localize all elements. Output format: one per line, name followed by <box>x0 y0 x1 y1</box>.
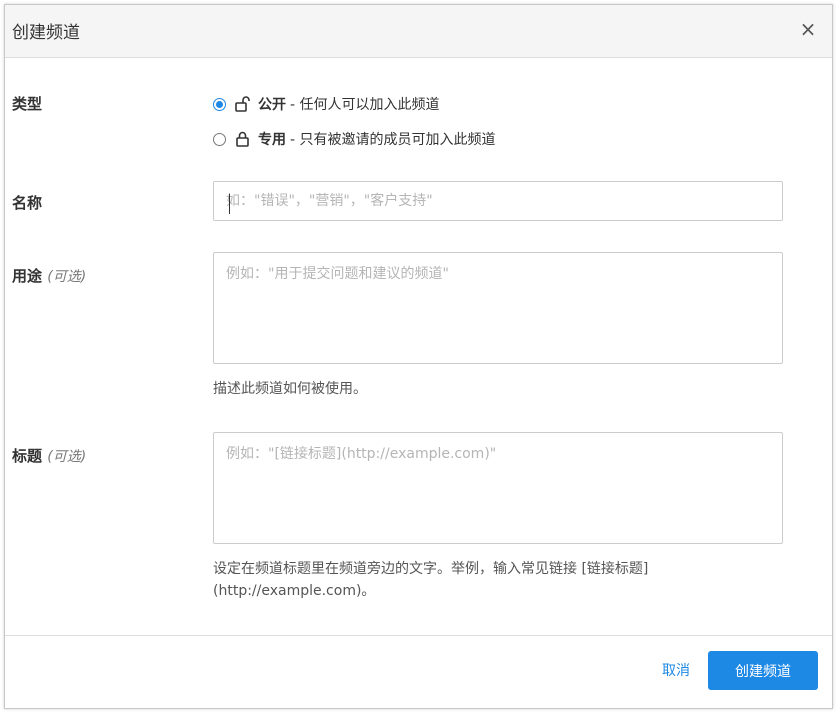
header-help-text: 设定在频道标题里在频道旁边的文字。举例，输入常见链接 [链接标题](http:/… <box>213 561 649 599</box>
dialog-footer: 取消 创建频道 <box>5 635 832 708</box>
radio-option-public[interactable]: 公开 - 任何人可以加入此频道 <box>213 94 440 114</box>
lock-icon <box>236 131 249 147</box>
header-label: 标题 (可选) <box>12 445 86 466</box>
public-option-title: 公开 <box>258 97 286 113</box>
unlock-icon <box>235 96 250 112</box>
header-label-text: 标题 <box>12 447 43 465</box>
cancel-button[interactable]: 取消 <box>662 660 690 680</box>
channel-header-textarea[interactable] <box>213 432 783 544</box>
type-label: 类型 <box>12 93 42 114</box>
public-option-desc: - 任何人可以加入此频道 <box>290 97 440 113</box>
channel-purpose-textarea[interactable] <box>213 252 783 364</box>
dialog-header: 创建频道 × <box>5 5 832 58</box>
purpose-help-text: 描述此频道如何被使用。 <box>213 381 367 397</box>
text-caret <box>229 194 230 214</box>
purpose-optional-tag: (可选) <box>47 269 87 285</box>
header-optional-tag: (可选) <box>47 449 87 465</box>
dialog-title: 创建频道 <box>12 23 80 43</box>
purpose-label-text: 用途 <box>12 267 43 285</box>
private-radio[interactable] <box>213 132 226 146</box>
public-radio[interactable] <box>213 97 226 111</box>
purpose-label: 用途 (可选) <box>12 265 86 286</box>
type-label-text: 类型 <box>12 95 43 113</box>
radio-option-private[interactable]: 专用 - 只有被邀请的成员可加入此频道 <box>213 129 496 149</box>
name-label: 名称 <box>12 192 42 213</box>
close-button[interactable]: × <box>798 19 818 39</box>
create-channel-button[interactable]: 创建频道 <box>708 651 818 690</box>
private-option-title: 专用 <box>258 132 286 148</box>
channel-name-input[interactable] <box>213 181 783 221</box>
private-option-desc: - 只有被邀请的成员可加入此频道 <box>290 132 496 148</box>
create-channel-dialog: 创建频道 × 类型 公开 - 任何人可以加入此频道 专用 - 只有被邀请的成员可… <box>4 4 833 709</box>
name-label-text: 名称 <box>12 194 43 212</box>
